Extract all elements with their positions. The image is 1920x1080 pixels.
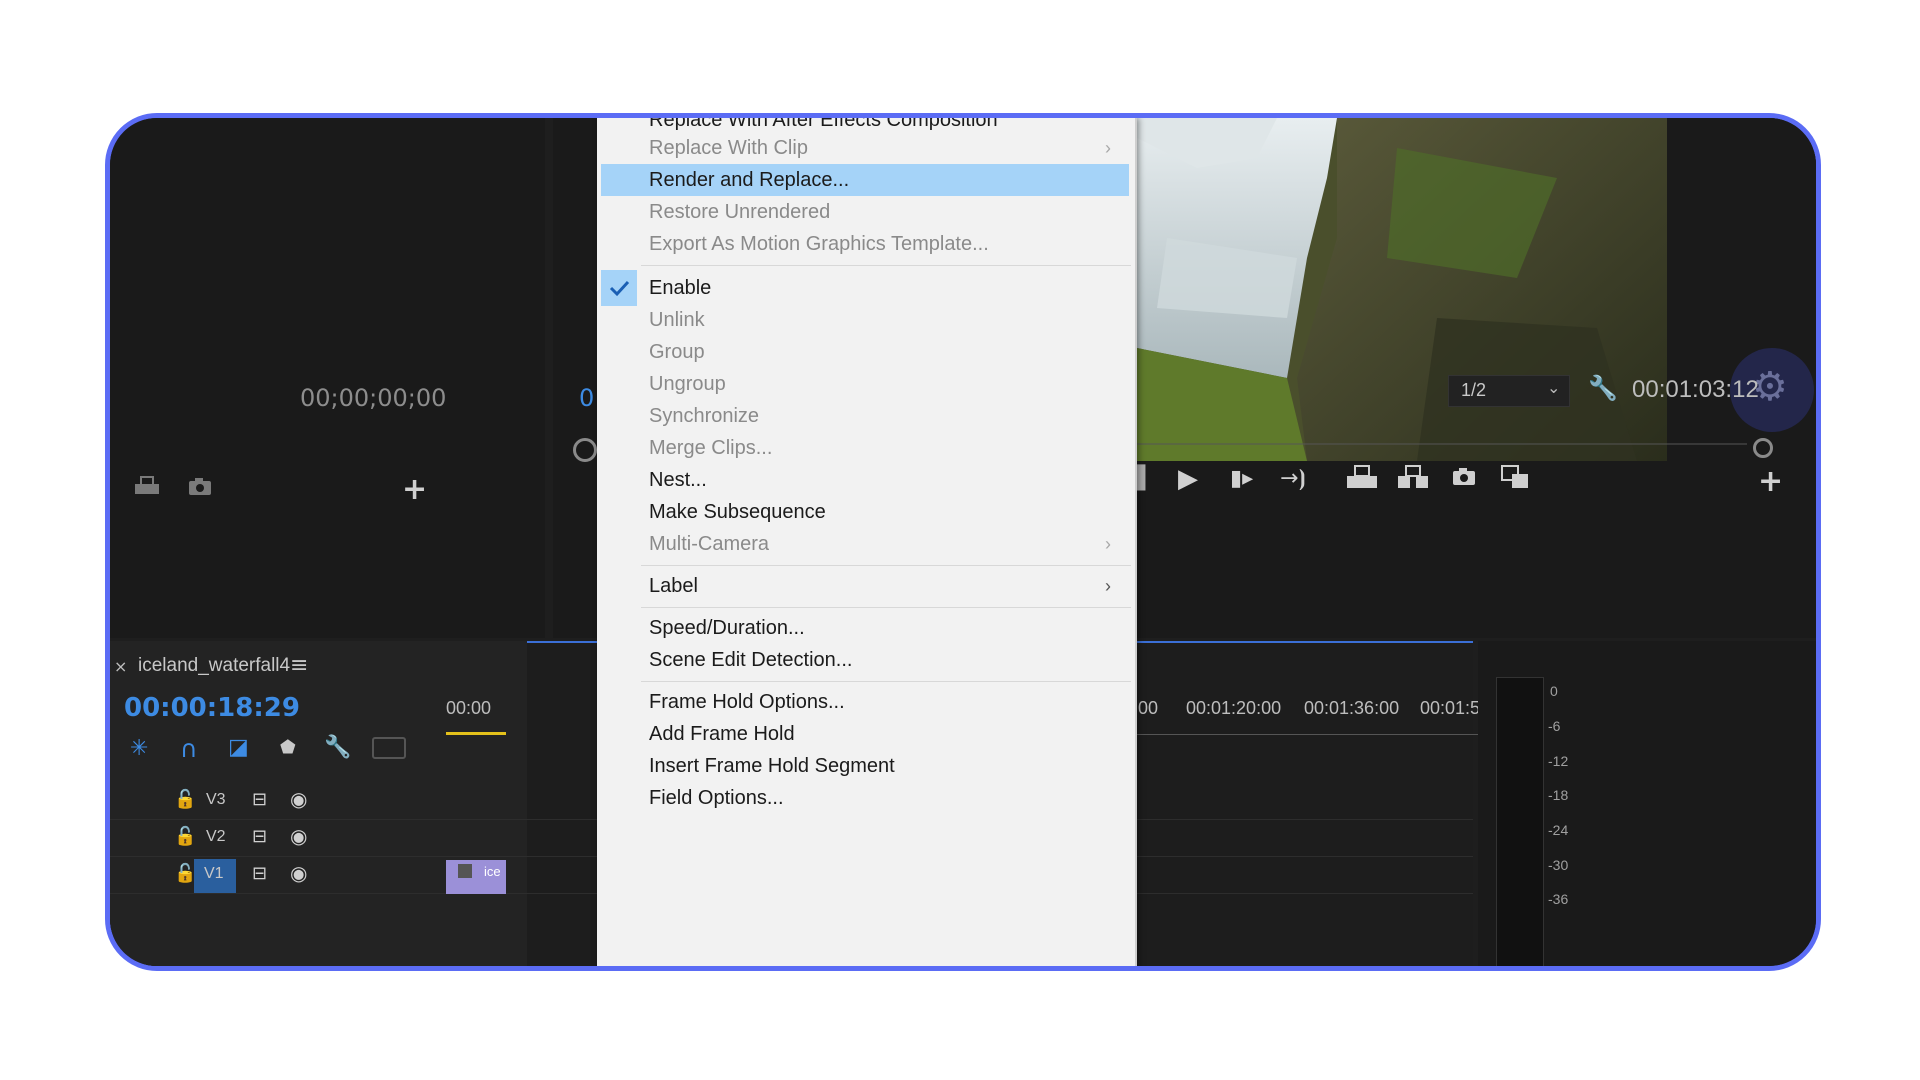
track-label[interactable]: V2 — [206, 828, 226, 846]
go-to-out-icon[interactable]: →⦘ — [1280, 466, 1306, 491]
captions-icon[interactable] — [372, 737, 406, 759]
menu-item-restore-unrendered[interactable]: Restore Unrendered — [597, 196, 1131, 228]
audio-meter-panel: 0 -6 -12 -18 -24 -30 -36 — [1478, 641, 1816, 966]
lift-icon[interactable] — [1345, 464, 1379, 494]
close-icon[interactable]: × — [114, 657, 127, 676]
menu-item-label[interactable]: Label › — [597, 570, 1131, 602]
menu-item-add-frame-hold[interactable]: Add Frame Hold — [597, 718, 1131, 750]
meter-scale-label: -6 — [1548, 718, 1561, 734]
eye-icon[interactable]: ◉ — [290, 787, 307, 811]
meter-scale-label: -18 — [1548, 787, 1569, 803]
track-label[interactable]: V3 — [206, 791, 226, 809]
meter-scale-label: -30 — [1548, 857, 1569, 873]
menu-item-enable[interactable]: Enable — [597, 272, 1131, 304]
menu-item-make-subsequence[interactable]: Make Subsequence — [597, 496, 1131, 528]
fx-badge-icon — [458, 864, 472, 878]
ruler-tick-label: 00:00 — [446, 698, 492, 718]
wrench-icon[interactable]: 🔧 — [324, 735, 351, 760]
program-video-frame — [1137, 118, 1667, 461]
meter-scale-label: 0 — [1550, 683, 1558, 699]
sync-lock-icon[interactable]: ⊟ — [252, 863, 267, 884]
panel-menu-icon[interactable]: ≡ — [290, 653, 308, 678]
timeline-timecode[interactable]: 00:00:18:29 — [124, 693, 300, 723]
menu-item-ungroup[interactable]: Ungroup — [597, 368, 1131, 400]
step-back-icon[interactable]: ▌ — [1137, 466, 1154, 491]
menu-separator — [641, 681, 1131, 682]
eye-icon[interactable]: ◉ — [290, 824, 307, 848]
menu-item-export-mogrt[interactable]: Export As Motion Graphics Template... — [597, 228, 1131, 260]
clip-label: ice — [484, 864, 501, 879]
sync-lock-icon[interactable]: ⊟ — [252, 789, 267, 810]
add-button-icon[interactable]: + — [1758, 464, 1783, 499]
camera-icon[interactable] — [186, 474, 214, 504]
linked-selection-icon[interactable]: ◪ — [228, 735, 249, 760]
nest-toggle-icon[interactable]: ✳ — [130, 736, 148, 761]
menu-separator — [641, 607, 1131, 608]
eye-icon[interactable]: ◉ — [290, 861, 307, 885]
step-forward-icon[interactable]: ▮▸ — [1230, 466, 1253, 491]
app-window: 00;00;00;00 + 0 ⚙ 1/2 ⌄ 🔧 00:01:03:12 ▌ … — [105, 113, 1821, 971]
menu-separator — [641, 565, 1131, 566]
chevron-right-icon: › — [1105, 534, 1111, 554]
source-monitor-panel: 00;00;00;00 + — [110, 118, 545, 638]
wrench-icon[interactable]: 🔧 — [1588, 374, 1618, 402]
resolution-value: 1/2 — [1461, 380, 1487, 400]
menu-item-group[interactable]: Group — [597, 336, 1131, 368]
menu-item-field-options[interactable]: Field Options... — [597, 782, 1131, 814]
program-timecode-partial: 0 — [579, 384, 595, 412]
work-area-bar[interactable] — [446, 722, 506, 735]
menu-item-multi-camera[interactable]: Multi-Camera › — [597, 528, 1131, 560]
meter-scale-label: -24 — [1548, 822, 1569, 838]
snap-magnet-icon[interactable]: ∩ — [180, 735, 198, 763]
menu-item-synchronize[interactable]: Synchronize — [597, 400, 1131, 432]
extract-icon[interactable] — [1396, 464, 1430, 494]
chevron-right-icon: › — [1105, 576, 1111, 596]
audio-meter-bar — [1496, 677, 1544, 966]
track-target-v1[interactable]: V1 — [194, 859, 236, 893]
export-frame-icon[interactable] — [1450, 464, 1478, 492]
menu-item-frame-hold-options[interactable]: Frame Hold Options... — [597, 686, 1131, 718]
track-label: V1 — [204, 865, 224, 882]
program-timecode[interactable]: 00:01:03:12 — [1632, 376, 1759, 404]
menu-item-nest[interactable]: Nest... — [597, 464, 1131, 496]
lock-icon[interactable]: 🔓 — [174, 789, 196, 810]
menu-item-scene-edit-detection[interactable]: Scene Edit Detection... — [597, 644, 1131, 676]
sync-lock-icon[interactable]: ⊟ — [252, 826, 267, 847]
menu-item-replace-with-clip[interactable]: Replace With Clip › — [597, 132, 1131, 164]
meter-scale-label: -12 — [1548, 753, 1569, 769]
resolution-select[interactable]: 1/2 ⌄ — [1448, 375, 1570, 407]
playhead-end-handle[interactable] — [1753, 438, 1773, 458]
ruler-tick-label: 00:01:36:00 — [1304, 698, 1400, 718]
meter-scale-label: -36 — [1548, 891, 1569, 907]
chevron-down-icon: ⌄ — [1547, 378, 1561, 397]
clip-context-menu: Replace With After Effects Composition R… — [597, 118, 1137, 966]
sequence-tab[interactable]: iceland_waterfall4 — [138, 655, 290, 677]
ruler-tick-label: 00 — [1138, 698, 1159, 718]
marker-icon[interactable]: ⬟ — [280, 737, 296, 758]
lock-icon[interactable]: 🔓 — [174, 826, 196, 847]
source-timecode[interactable]: 00;00;00;00 — [300, 384, 446, 412]
menu-separator — [641, 265, 1131, 266]
video-clip[interactable]: ice — [446, 860, 506, 894]
menu-item-unlink[interactable]: Unlink — [597, 304, 1131, 336]
chevron-right-icon: › — [1105, 138, 1111, 158]
menu-item-merge-clips[interactable]: Merge Clips... — [597, 432, 1131, 464]
comparison-view-icon[interactable] — [1500, 464, 1532, 496]
play-icon[interactable]: ▶ — [1178, 464, 1198, 494]
export-frame-icon[interactable] — [132, 474, 162, 504]
menu-item-insert-frame-hold-segment[interactable]: Insert Frame Hold Segment — [597, 750, 1131, 782]
playhead-start-handle[interactable] — [573, 438, 597, 462]
menu-item-render-and-replace[interactable]: Render and Replace... — [601, 164, 1129, 196]
ruler-tick-label: 00:01:20:00 — [1186, 698, 1282, 718]
program-ruler[interactable] — [1137, 418, 1757, 446]
add-button-icon[interactable]: + — [402, 472, 427, 507]
menu-item-speed-duration[interactable]: Speed/Duration... — [597, 612, 1131, 644]
